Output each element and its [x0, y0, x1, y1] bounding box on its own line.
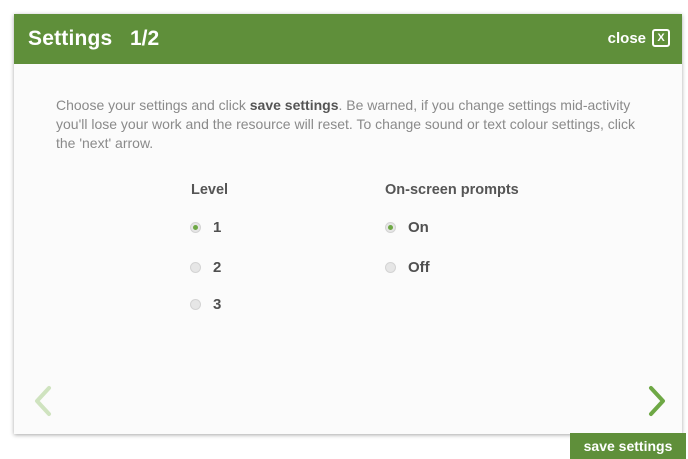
level-option-label: 2	[213, 259, 222, 276]
chevron-left-icon[interactable]	[32, 384, 54, 418]
close-label: close	[607, 29, 646, 47]
prompts-option-label: On	[408, 219, 429, 236]
level-option-label: 3	[213, 296, 222, 313]
radio-icon[interactable]	[190, 222, 201, 233]
radio-icon[interactable]	[190, 299, 201, 310]
prompts-option-off[interactable]: Off	[385, 259, 430, 276]
level-option-label: 1	[213, 219, 222, 236]
dialog-header: Settings 1/2 close X	[14, 14, 682, 64]
radio-icon[interactable]	[385, 262, 396, 273]
prompts-option-label: Off	[408, 259, 430, 276]
radio-icon[interactable]	[190, 262, 201, 273]
settings-dialog: Settings 1/2 close X Choose your setting…	[14, 14, 682, 434]
save-settings-button[interactable]: save settings	[570, 433, 686, 459]
chevron-right-icon[interactable]	[646, 384, 668, 418]
prompts-option-on[interactable]: On	[385, 219, 429, 236]
instructions-bold: save settings	[249, 97, 339, 113]
close-button[interactable]: close X	[608, 29, 670, 47]
level-option-1[interactable]: 1	[190, 219, 221, 236]
level-option-3[interactable]: 3	[190, 296, 221, 313]
instructions-part-1: Choose your settings and click	[56, 97, 250, 113]
prompts-heading: On-screen prompts	[385, 182, 519, 198]
page-indicator: 1/2	[130, 27, 160, 50]
level-heading: Level	[191, 182, 229, 198]
instructions-text: Choose your settings and click save sett…	[56, 96, 646, 153]
dialog-title: Settings	[28, 27, 113, 50]
radio-icon[interactable]	[385, 222, 396, 233]
close-icon: X	[652, 29, 670, 47]
level-option-2[interactable]: 2	[190, 259, 221, 276]
